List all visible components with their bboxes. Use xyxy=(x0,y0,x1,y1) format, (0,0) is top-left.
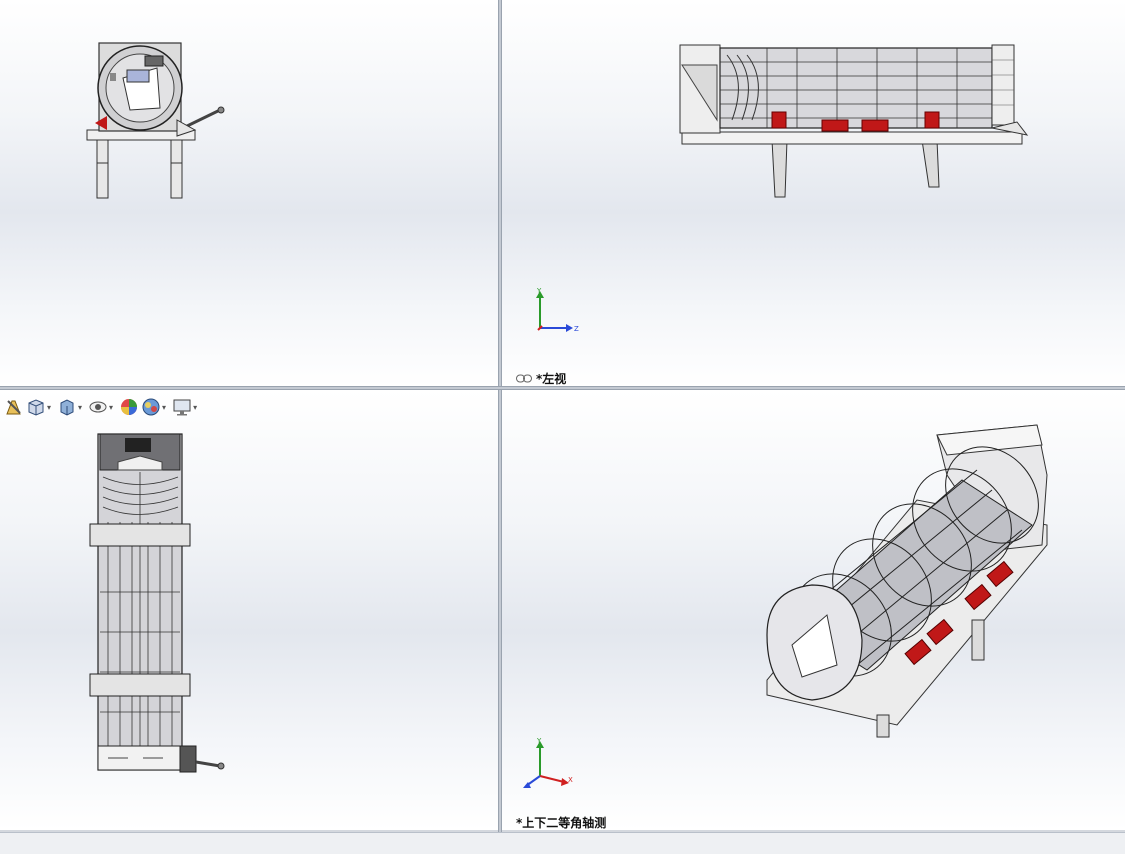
display-style-icon xyxy=(60,399,74,416)
edit-appearance-button[interactable] xyxy=(4,397,24,417)
view-name-text: *左视 xyxy=(536,372,567,386)
view-orientation-button[interactable]: ▾ xyxy=(26,397,55,417)
view-name-label: *上下二等角轴测 xyxy=(516,814,606,830)
axis-y-label: Y xyxy=(536,288,542,295)
model-dimetric-view[interactable] xyxy=(757,415,1057,745)
hide-show-items-button[interactable]: ▾ xyxy=(88,397,117,417)
axis-z-label: Z xyxy=(574,325,579,333)
view-settings-icon xyxy=(173,399,191,416)
model-top-view[interactable] xyxy=(88,432,228,787)
link-icon[interactable] xyxy=(516,374,532,383)
view-name-label: *左视 xyxy=(516,370,566,386)
edit-appearance-icon xyxy=(6,400,21,415)
display-style-button[interactable]: ▾ xyxy=(57,397,86,417)
viewport-splitter-horizontal[interactable] xyxy=(0,386,1125,390)
viewport-splitter-vertical[interactable] xyxy=(498,0,502,832)
appearance-icon xyxy=(121,399,138,415)
edit-appearance-color-button[interactable] xyxy=(119,397,139,417)
view-orientation-icon xyxy=(28,399,44,416)
status-bar xyxy=(0,832,1125,854)
hide-show-icon xyxy=(89,401,107,413)
viewport-left-view[interactable]: Y Z *左视 xyxy=(502,0,1125,386)
model-left-view[interactable] xyxy=(677,40,1037,200)
viewport-top-view[interactable]: ▾ ▾ ▾ ▾ ▾ xyxy=(0,390,498,830)
axis-x-label: X xyxy=(568,776,573,784)
view-settings-button[interactable]: ▾ xyxy=(172,397,201,417)
apply-scene-button[interactable]: ▾ xyxy=(141,397,170,417)
coordinate-triad: Y X xyxy=(520,737,576,796)
axis-y-label: Y xyxy=(536,738,542,745)
heads-up-view-toolbar: ▾ ▾ ▾ ▾ ▾ xyxy=(4,396,201,418)
viewport-front[interactable] xyxy=(0,0,498,386)
model-front-view[interactable] xyxy=(85,38,230,203)
coordinate-triad: Y Z xyxy=(532,287,582,340)
view-name-text: *上下二等角轴测 xyxy=(516,816,607,830)
viewport-dimetric-view[interactable]: Y X *上下二等角轴测 xyxy=(502,390,1125,830)
scene-icon xyxy=(142,398,160,416)
